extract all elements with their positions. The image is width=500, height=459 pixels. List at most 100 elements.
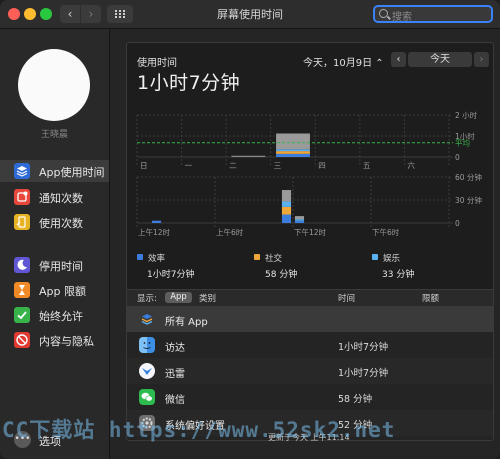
search-icon	[379, 9, 388, 18]
category-dot	[372, 254, 378, 260]
usage-bar-segment	[151, 220, 162, 223]
category-time: 33 分钟	[382, 270, 415, 280]
x-tick-label: 下午12时	[294, 227, 327, 237]
date-selector[interactable]: 今天，10月9日 ⌃	[303, 54, 384, 69]
column-time[interactable]: 时间	[338, 292, 355, 304]
thunder-icon	[139, 363, 155, 379]
panel-title: 使用时间	[137, 58, 177, 69]
category-social: 社交	[254, 252, 282, 264]
table-row[interactable]: 访达 1小时7分钟	[127, 332, 493, 358]
minimize-window-button[interactable]	[24, 8, 36, 20]
no-entry-icon	[14, 332, 30, 348]
moon-icon	[14, 257, 30, 273]
category-time: 58 分钟	[265, 270, 298, 280]
user-name: 王晓晨	[40, 130, 68, 140]
usage-bar-segment	[294, 216, 305, 220]
usage-bar-segment	[294, 219, 305, 221]
show-all-button[interactable]	[107, 5, 133, 23]
next-day-button[interactable]: ›	[474, 52, 489, 67]
sidebar-item-label: 通知次数	[39, 192, 83, 205]
search-placeholder: 搜索	[392, 12, 412, 23]
app-name: 所有 App	[165, 317, 208, 328]
day-label: 三	[274, 161, 282, 170]
sidebar-item-downtime[interactable]: 停用时间	[0, 254, 109, 276]
day-label: 一	[185, 161, 193, 170]
y-tick-label: 30 分钟	[455, 195, 482, 205]
sidebar-item-always-allowed[interactable]: 始终允许	[0, 304, 109, 326]
show-label: 显示:	[137, 294, 157, 304]
total-usage: 1小时7分钟	[137, 72, 241, 94]
sidebar-item-label: 始终允许	[39, 310, 83, 323]
forward-button[interactable]: ›	[81, 5, 101, 23]
watermark: CC下载站 https://www.52sk2.net	[2, 418, 396, 442]
close-window-button[interactable]	[8, 8, 20, 20]
sidebar-item-label: 停用时间	[39, 260, 83, 273]
usage-bar-segment	[281, 214, 292, 223]
y-tick-label: 60 分钟	[455, 173, 482, 182]
app-time: 58 分钟	[338, 394, 373, 405]
table-row[interactable]: 所有 App	[127, 306, 493, 332]
x-tick-label: 下午6时	[372, 227, 400, 237]
window-title: 屏幕使用时间	[217, 8, 283, 21]
app-name: 微信	[165, 395, 185, 406]
sidebar-item-content-privacy[interactable]: 内容与隐私	[0, 329, 109, 351]
main-content: 使用时间 1小时7分钟 今天，10月9日 ⌃ ‹ 今天 › 2 小时 1小时 0 日一…	[110, 29, 500, 459]
sidebar-item-pickups[interactable]: 使用次数	[0, 211, 109, 233]
search-input[interactable]: 搜索	[373, 5, 493, 23]
category-dot	[254, 254, 260, 260]
sidebar-item-app-usage[interactable]: App使用时间	[0, 160, 109, 182]
segment-category[interactable]: 类别	[199, 292, 216, 304]
sidebar-item-label: App使用时间	[39, 166, 105, 179]
column-limit[interactable]: 限额	[422, 292, 439, 304]
chevron-left-icon: ‹	[67, 7, 73, 21]
chevron-left-icon: ‹	[396, 54, 401, 65]
y-tick-label: 0	[455, 153, 460, 162]
usage-bar-segment	[281, 190, 292, 202]
x-tick-label: 上午12时	[138, 227, 171, 237]
table-row[interactable]: 迅雷 1小时7分钟	[127, 358, 493, 384]
updown-chevron-icon: ⌃	[375, 58, 384, 69]
day-label: 二	[229, 161, 237, 170]
sidebar-item-notifications[interactable]: 通知次数	[0, 186, 109, 208]
usage-bar-segment	[276, 149, 310, 152]
app-name: 迅雷	[165, 369, 185, 380]
chevron-right-icon: ›	[479, 54, 484, 65]
usage-panel: 使用时间 1小时7分钟 今天，10月9日 ⌃ ‹ 今天 › 2 小时 1小时 0 日一…	[126, 42, 494, 441]
average-label: 平均	[455, 138, 470, 148]
app-time: 1小时7分钟	[338, 342, 389, 353]
day-label: 五	[363, 161, 371, 170]
usage-bar-segment	[281, 206, 292, 215]
avatar	[18, 49, 90, 121]
day-label: 六	[407, 160, 415, 170]
table-header: 显示: App 类别 时间 限额	[127, 289, 493, 307]
app-name: 访达	[165, 343, 185, 354]
usage-bar-segment	[276, 151, 310, 154]
x-tick-label: 上午6时	[216, 227, 244, 237]
category-name: 社交	[265, 254, 283, 264]
previous-day-button[interactable]: ‹	[391, 52, 406, 67]
check-icon	[14, 307, 30, 323]
y-tick-label: 2 小时	[455, 111, 478, 120]
today-button[interactable]: 今天	[408, 52, 472, 67]
app-time: 1小时7分钟	[338, 368, 389, 379]
layers-icon	[139, 311, 155, 327]
day-label: 四	[318, 161, 326, 170]
usage-bar-segment	[294, 220, 305, 223]
chevron-right-icon: ›	[88, 7, 94, 21]
sidebar: 王晓晨 App使用时间 通知次数 使用次数 停用时间 App 限额 始终允许 内…	[0, 29, 110, 459]
finder-icon	[139, 337, 155, 353]
segment-app[interactable]: App	[165, 292, 192, 303]
day-label: 日	[140, 161, 148, 170]
zoom-window-button[interactable]	[40, 8, 52, 20]
table-row[interactable]: 微信 58 分钟	[127, 384, 493, 410]
hourglass-icon	[14, 282, 30, 298]
sidebar-item-label: App 限额	[39, 285, 86, 298]
category-name: 娱乐	[383, 254, 401, 264]
usage-bar-segment	[276, 153, 310, 157]
title-bar: ‹ › 屏幕使用时间 搜索	[0, 0, 500, 29]
layers-icon	[14, 163, 30, 179]
bell-icon	[14, 189, 30, 205]
back-button[interactable]: ‹	[60, 5, 80, 23]
sidebar-item-app-limits[interactable]: App 限额	[0, 279, 109, 301]
pickup-icon	[14, 214, 30, 230]
